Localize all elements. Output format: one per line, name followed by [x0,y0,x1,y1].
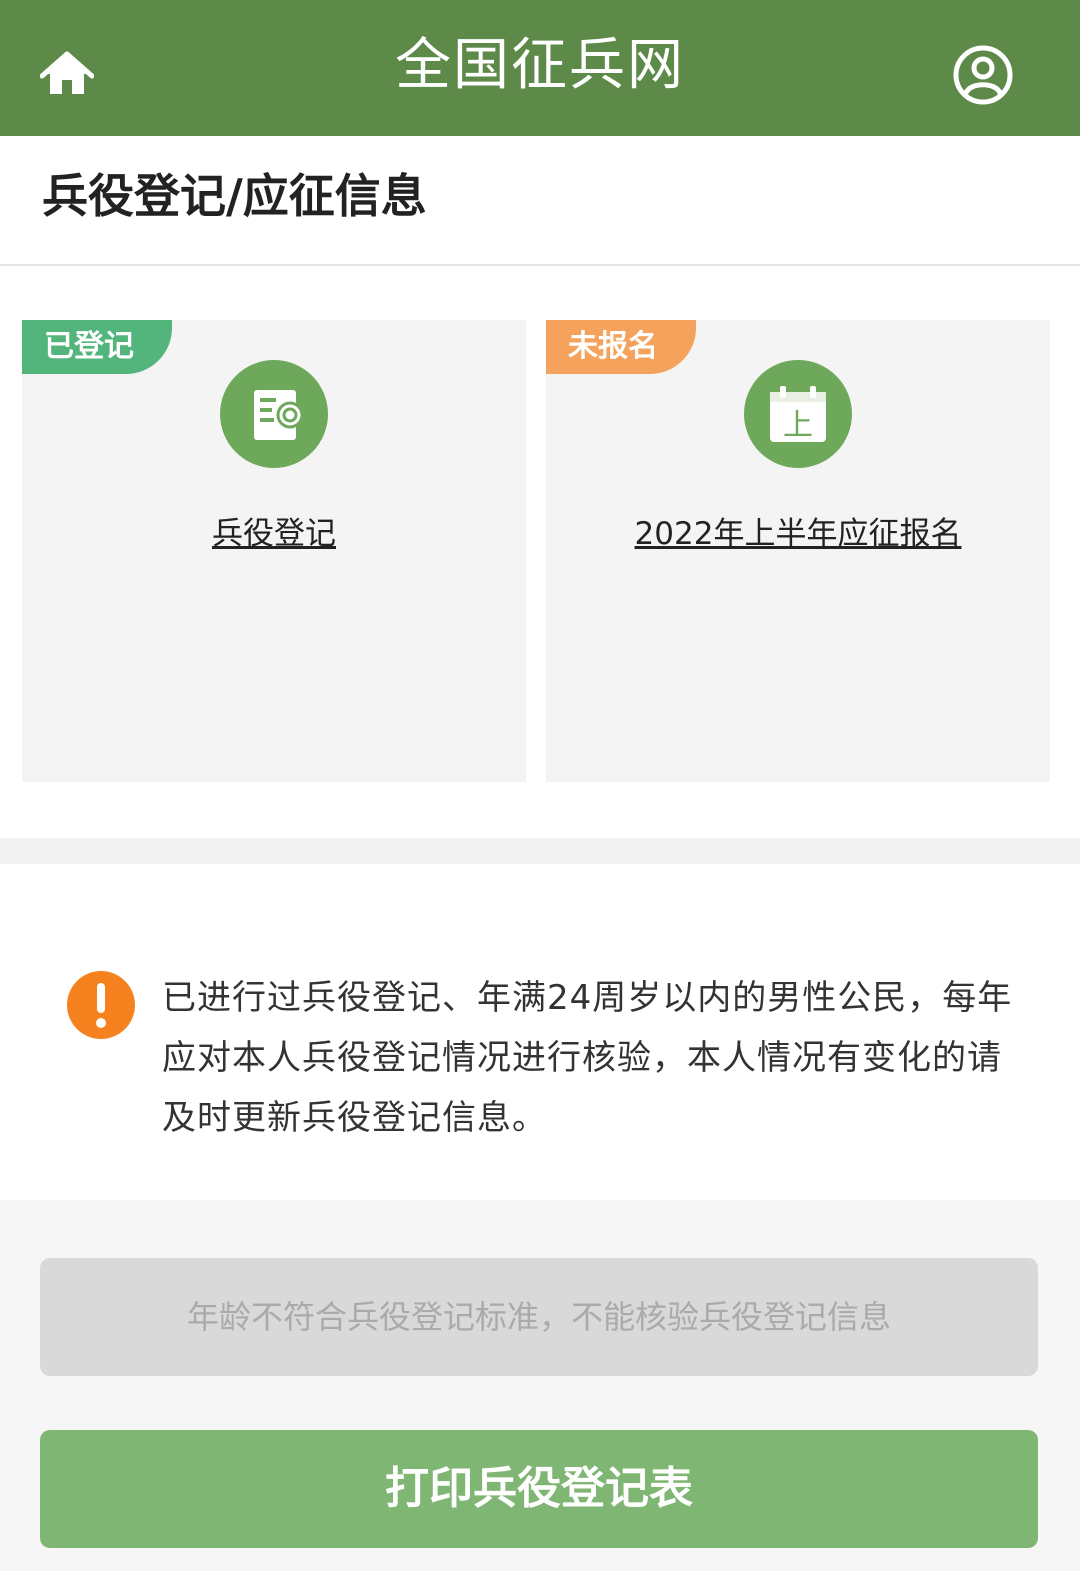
calendar-icon-label: 上 [783,408,813,443]
enlistment-link[interactable]: 2022年上半年应征报名 [546,514,1050,554]
user-icon[interactable] [952,44,1014,106]
site-title: 全国征兵网 [395,33,685,98]
page-title: 兵役登记/应征信息 [42,169,427,223]
alert-icon [67,971,135,1039]
divider-strip [0,838,1080,864]
enlistment-card[interactable]: 未报名 上 2022年上半年应征报名 [546,320,1050,782]
status-badge-not-enrolled: 未报名 [546,320,696,374]
top-header: 全国征兵网 [0,0,1080,136]
registration-link[interactable]: 兵役登记 [22,514,526,554]
status-badge-registered: 已登记 [22,320,172,374]
notice-text: 已进行过兵役登记、年满24周岁以内的男性公民，每年应对本人兵役登记情况进行核验，… [162,978,1013,1138]
registration-card[interactable]: 已登记 兵役登记 [22,320,526,782]
verify-disabled-button: 年龄不符合兵役登记标准，不能核验兵役登记信息 [40,1258,1038,1376]
registration-document-icon [220,360,328,468]
print-registration-button[interactable]: 打印兵役登记表 [40,1430,1038,1548]
calendar-icon: 上 [744,360,852,468]
